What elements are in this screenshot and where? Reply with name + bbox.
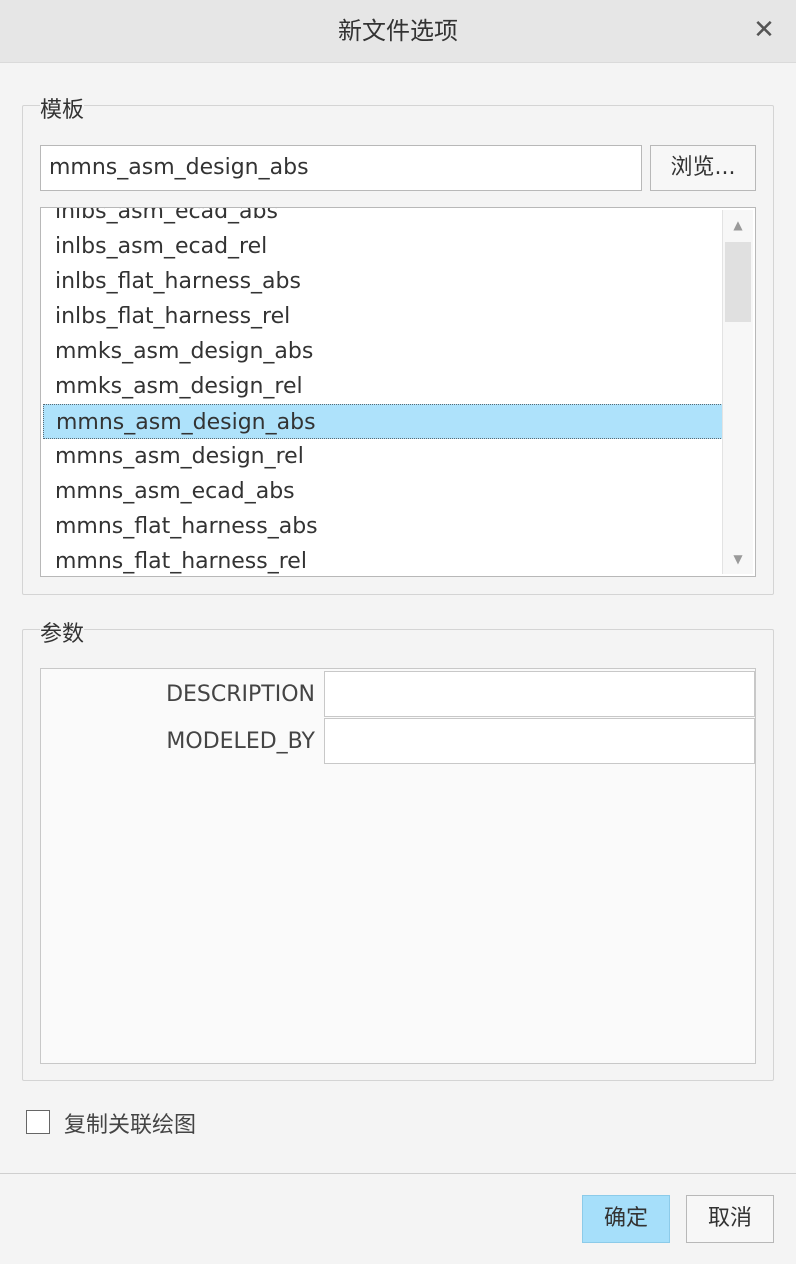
params-table: DESCRIPTION MODELED_BY [40,668,756,1064]
template-list-item[interactable]: inlbs_asm_ecad_abs [43,208,723,229]
dialog-title: 新文件选项 [338,17,458,45]
browse-button[interactable]: 浏览... [650,145,756,191]
template-list-item[interactable]: inlbs_flat_harness_abs [43,264,723,299]
template-list-items: inlbs_asm_ecad_abs inlbs_asm_ecad_rel inlb… [43,208,723,576]
ok-button[interactable]: 确定 [582,1195,670,1243]
scroll-up-icon[interactable]: ▲ [723,210,753,240]
template-list-item[interactable]: mmns_asm_design_abs [43,404,723,439]
scroll-thumb[interactable] [725,242,751,322]
template-list-item[interactable]: mmns_flat_harness_abs [43,509,723,544]
params-group-label: 参数 [40,616,85,648]
footer-separator [0,1173,796,1174]
new-file-options-dialog: 新文件选项 ✕ 模板 mmns_asm_design_abs 浏览... inl… [0,0,796,1264]
param-label-modeled-by: MODELED_BY [166,729,315,754]
copy-drawing-label: 复制关联绘图 [64,1113,197,1138]
param-input-description[interactable] [324,671,755,717]
template-list-item[interactable]: mmks_asm_design_abs [43,334,723,369]
template-list-item[interactable]: mmns_flat_harness_rel [43,544,723,576]
title-bar: 新文件选项 ✕ [0,0,796,63]
template-list[interactable]: inlbs_asm_ecad_abs inlbs_asm_ecad_rel inlb… [40,207,756,577]
template-list-item[interactable]: inlbs_asm_ecad_rel [43,229,723,264]
template-list-item[interactable]: mmks_asm_design_rel [43,369,723,404]
template-list-item[interactable]: mmns_asm_ecad_abs [43,474,723,509]
scroll-down-icon[interactable]: ▼ [723,544,753,574]
param-input-modeled-by[interactable] [324,718,755,764]
template-input[interactable]: mmns_asm_design_abs [40,145,642,191]
template-list-item[interactable]: inlbs_flat_harness_rel [43,299,723,334]
template-list-item[interactable]: mmns_asm_design_rel [43,439,723,474]
list-scrollbar[interactable]: ▲ ▼ [722,210,753,574]
close-icon[interactable]: ✕ [750,16,778,44]
param-label-description: DESCRIPTION [166,682,315,707]
copy-drawing-checkbox[interactable] [26,1110,50,1134]
cancel-button[interactable]: 取消 [686,1195,774,1243]
template-group-label: 模板 [40,92,85,124]
